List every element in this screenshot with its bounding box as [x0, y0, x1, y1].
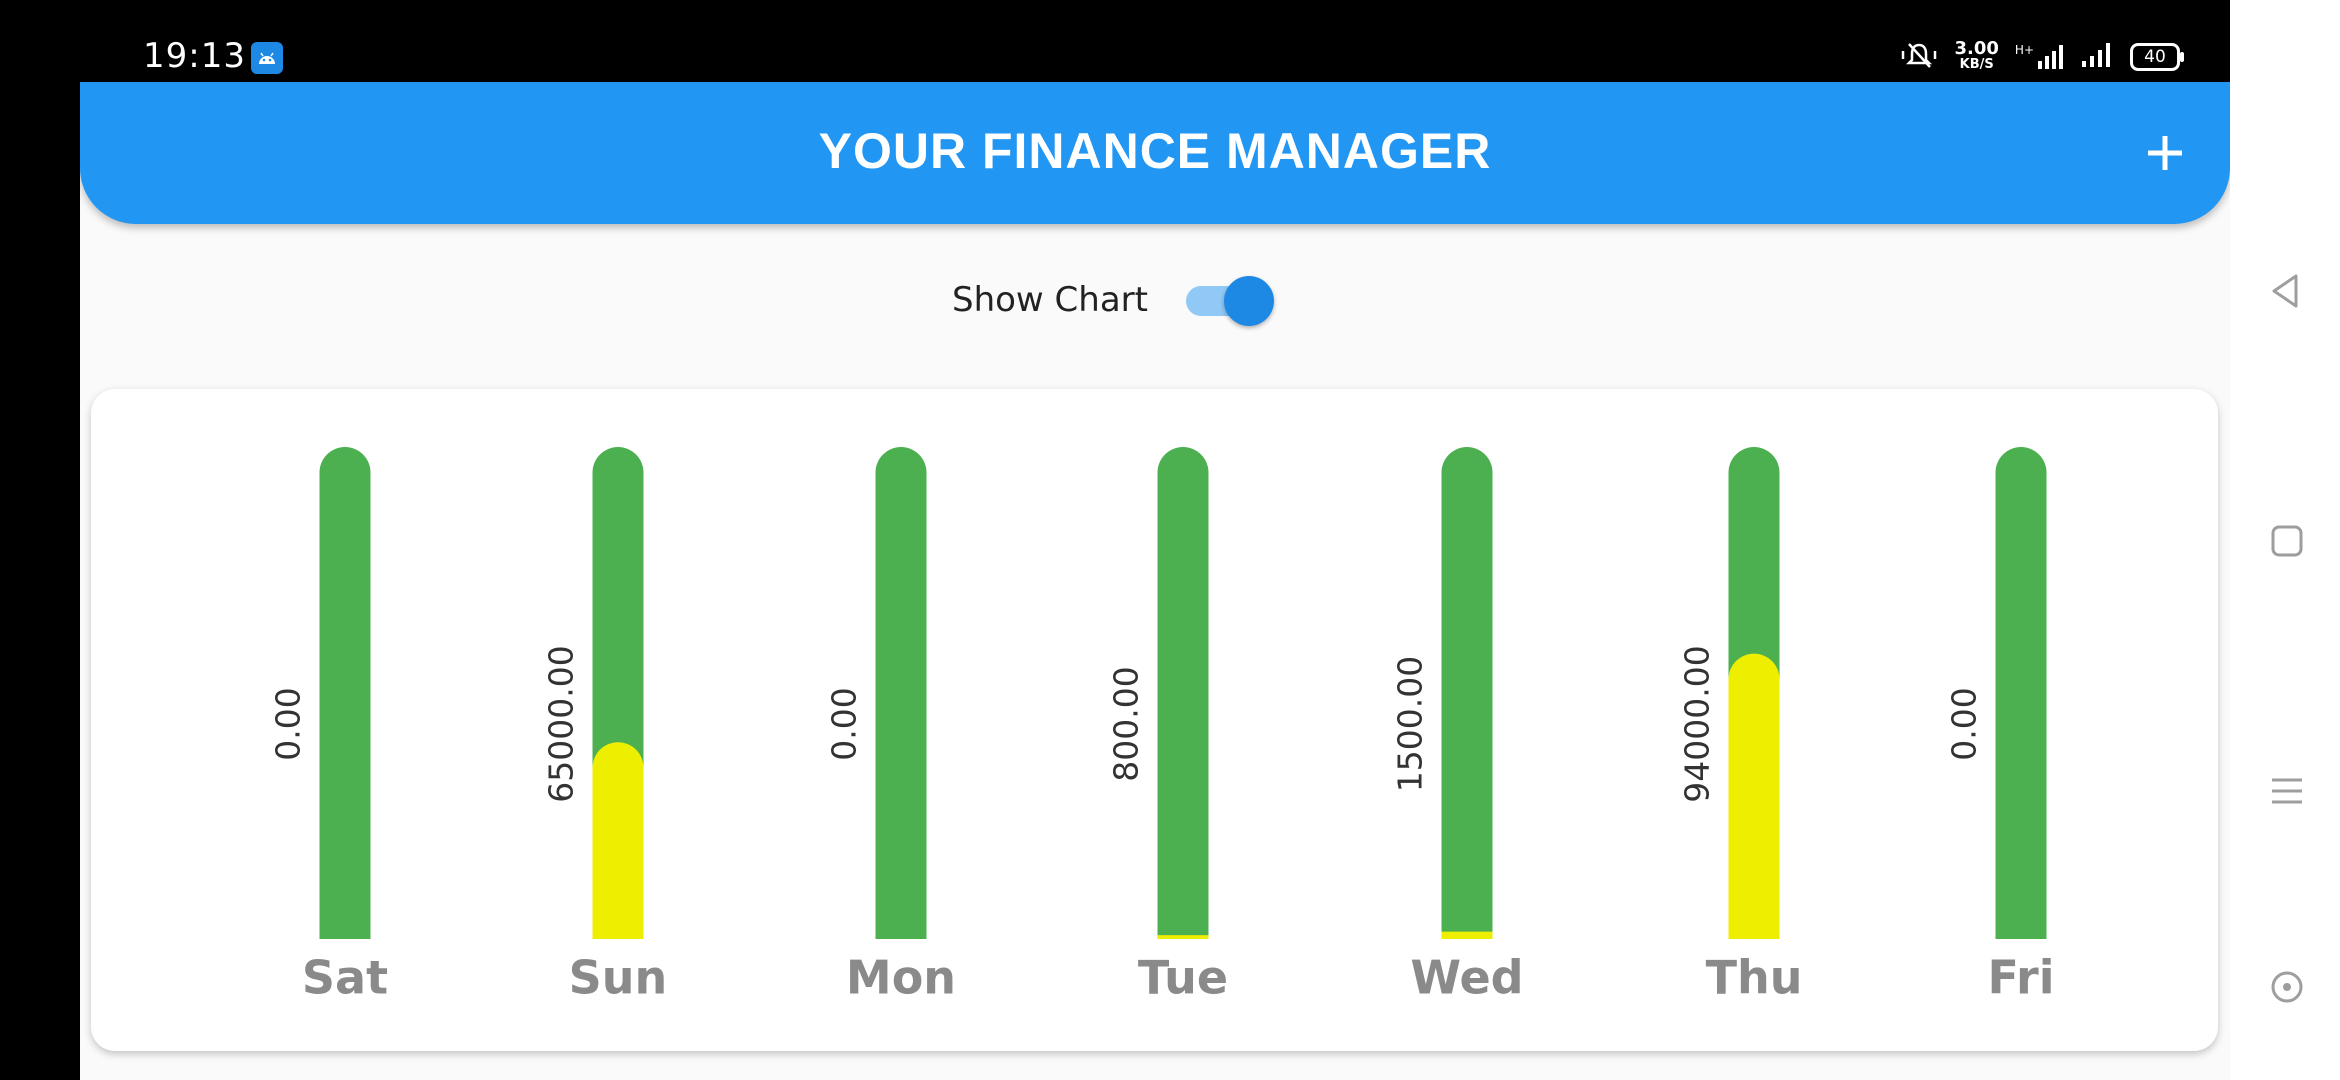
day-label: Mon: [846, 951, 956, 1005]
bar-fill-tue: [1157, 935, 1209, 939]
bar-value-label: 94000.00: [1678, 645, 1717, 802]
home-button[interactable]: [2262, 516, 2312, 566]
signal-icon-2: [2080, 41, 2114, 73]
recents-button[interactable]: [2262, 766, 2312, 816]
plus-icon: [2148, 136, 2182, 170]
show-chart-label: Show Chart: [952, 280, 1148, 320]
status-time: 19:13: [143, 36, 246, 76]
chart-card: 0.00 Sat 65000.00 Sun 0.00 Mon 800.00 Tue 1500.0…: [91, 389, 2218, 1051]
bar-value-label: 0.00: [269, 687, 308, 760]
show-chart-row: Show Chart: [0, 272, 2230, 328]
battery-icon: 40: [2130, 43, 2184, 71]
mute-icon: [1899, 40, 1939, 74]
bar-value-label: 800.00: [1107, 666, 1146, 781]
bar-value-label: 65000.00: [542, 645, 581, 802]
day-label: Thu: [1706, 951, 1803, 1005]
switch-thumb: [1223, 276, 1274, 326]
bar-fill-wed: [1441, 931, 1493, 939]
screen-edge: [0, 0, 80, 1080]
day-label: Sun: [569, 951, 668, 1005]
bar-background-fri: [1995, 447, 2047, 939]
android-notification-icon: [251, 42, 283, 74]
net-speed-value: 3.00: [1954, 38, 1999, 59]
weekly-spending-chart: 0.00 Sat 65000.00 Sun 0.00 Mon 800.00 Tue 1500.0…: [269, 447, 2055, 1005]
network-type: H+: [2014, 43, 2034, 57]
bar-background-tue: [1157, 447, 1209, 939]
bar-fill-sun: [592, 742, 644, 939]
day-label: Wed: [1410, 951, 1523, 1005]
bar-value-label: 0.00: [1945, 687, 1984, 760]
back-button[interactable]: [2262, 266, 2312, 316]
day-label: Tue: [1138, 951, 1228, 1005]
add-transaction-button[interactable]: [2140, 128, 2190, 178]
bar-background-wed: [1441, 447, 1493, 939]
signal-icon: H+: [2015, 43, 2064, 71]
bar-fill-thu: [1728, 653, 1780, 939]
assistant-circle-icon: [2271, 971, 2303, 1003]
status-bar: 19:13 3.00 KB/S H+ 40: [0, 0, 2230, 82]
day-label: Fri: [1988, 951, 2055, 1005]
assistant-button[interactable]: [2262, 962, 2312, 1012]
menu-lines-icon: [2272, 778, 2302, 804]
bar-background-mon: [875, 447, 927, 939]
system-nav-bar: [2230, 0, 2340, 1080]
bar-value-label: 1500.00: [1391, 656, 1430, 792]
home-square-icon: [2271, 525, 2303, 557]
day-label: Sat: [302, 951, 388, 1005]
net-speed-unit: KB/S: [1959, 57, 1994, 72]
app-bar: YOUR FINANCE MANAGER: [80, 82, 2230, 224]
net-speed: 3.00 KB/S: [1954, 38, 1999, 73]
app-title: YOUR FINANCE MANAGER: [818, 123, 1492, 179]
bar-background-sat: [319, 447, 371, 939]
bar-value-label: 0.00: [825, 687, 864, 760]
back-triangle-icon: [2272, 274, 2298, 308]
show-chart-switch[interactable]: [1182, 272, 1278, 328]
